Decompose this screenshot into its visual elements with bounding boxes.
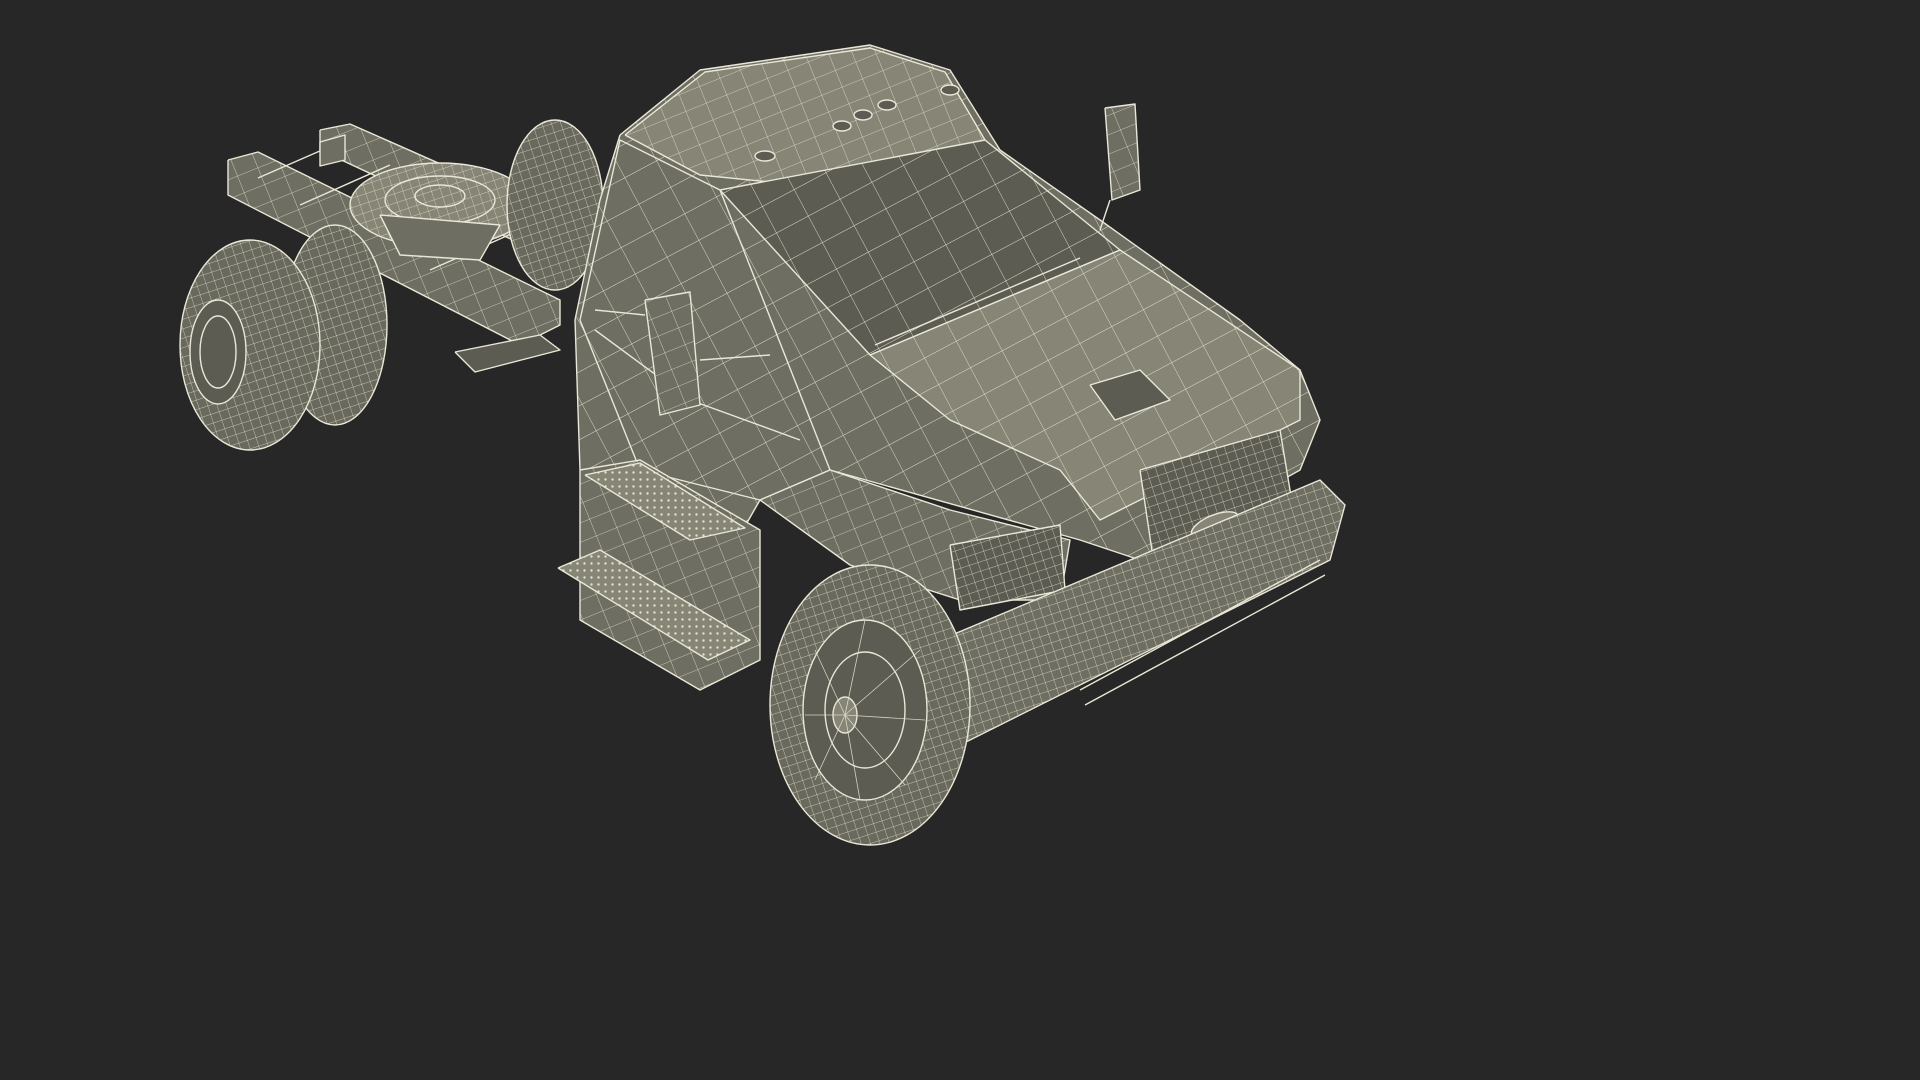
front-wheel (769, 564, 971, 846)
rear-outer-tire (179, 239, 321, 451)
render-viewport (0, 0, 1568, 882)
right-side-mirror (1099, 103, 1141, 231)
truck-wireframe-render (179, 44, 1346, 846)
